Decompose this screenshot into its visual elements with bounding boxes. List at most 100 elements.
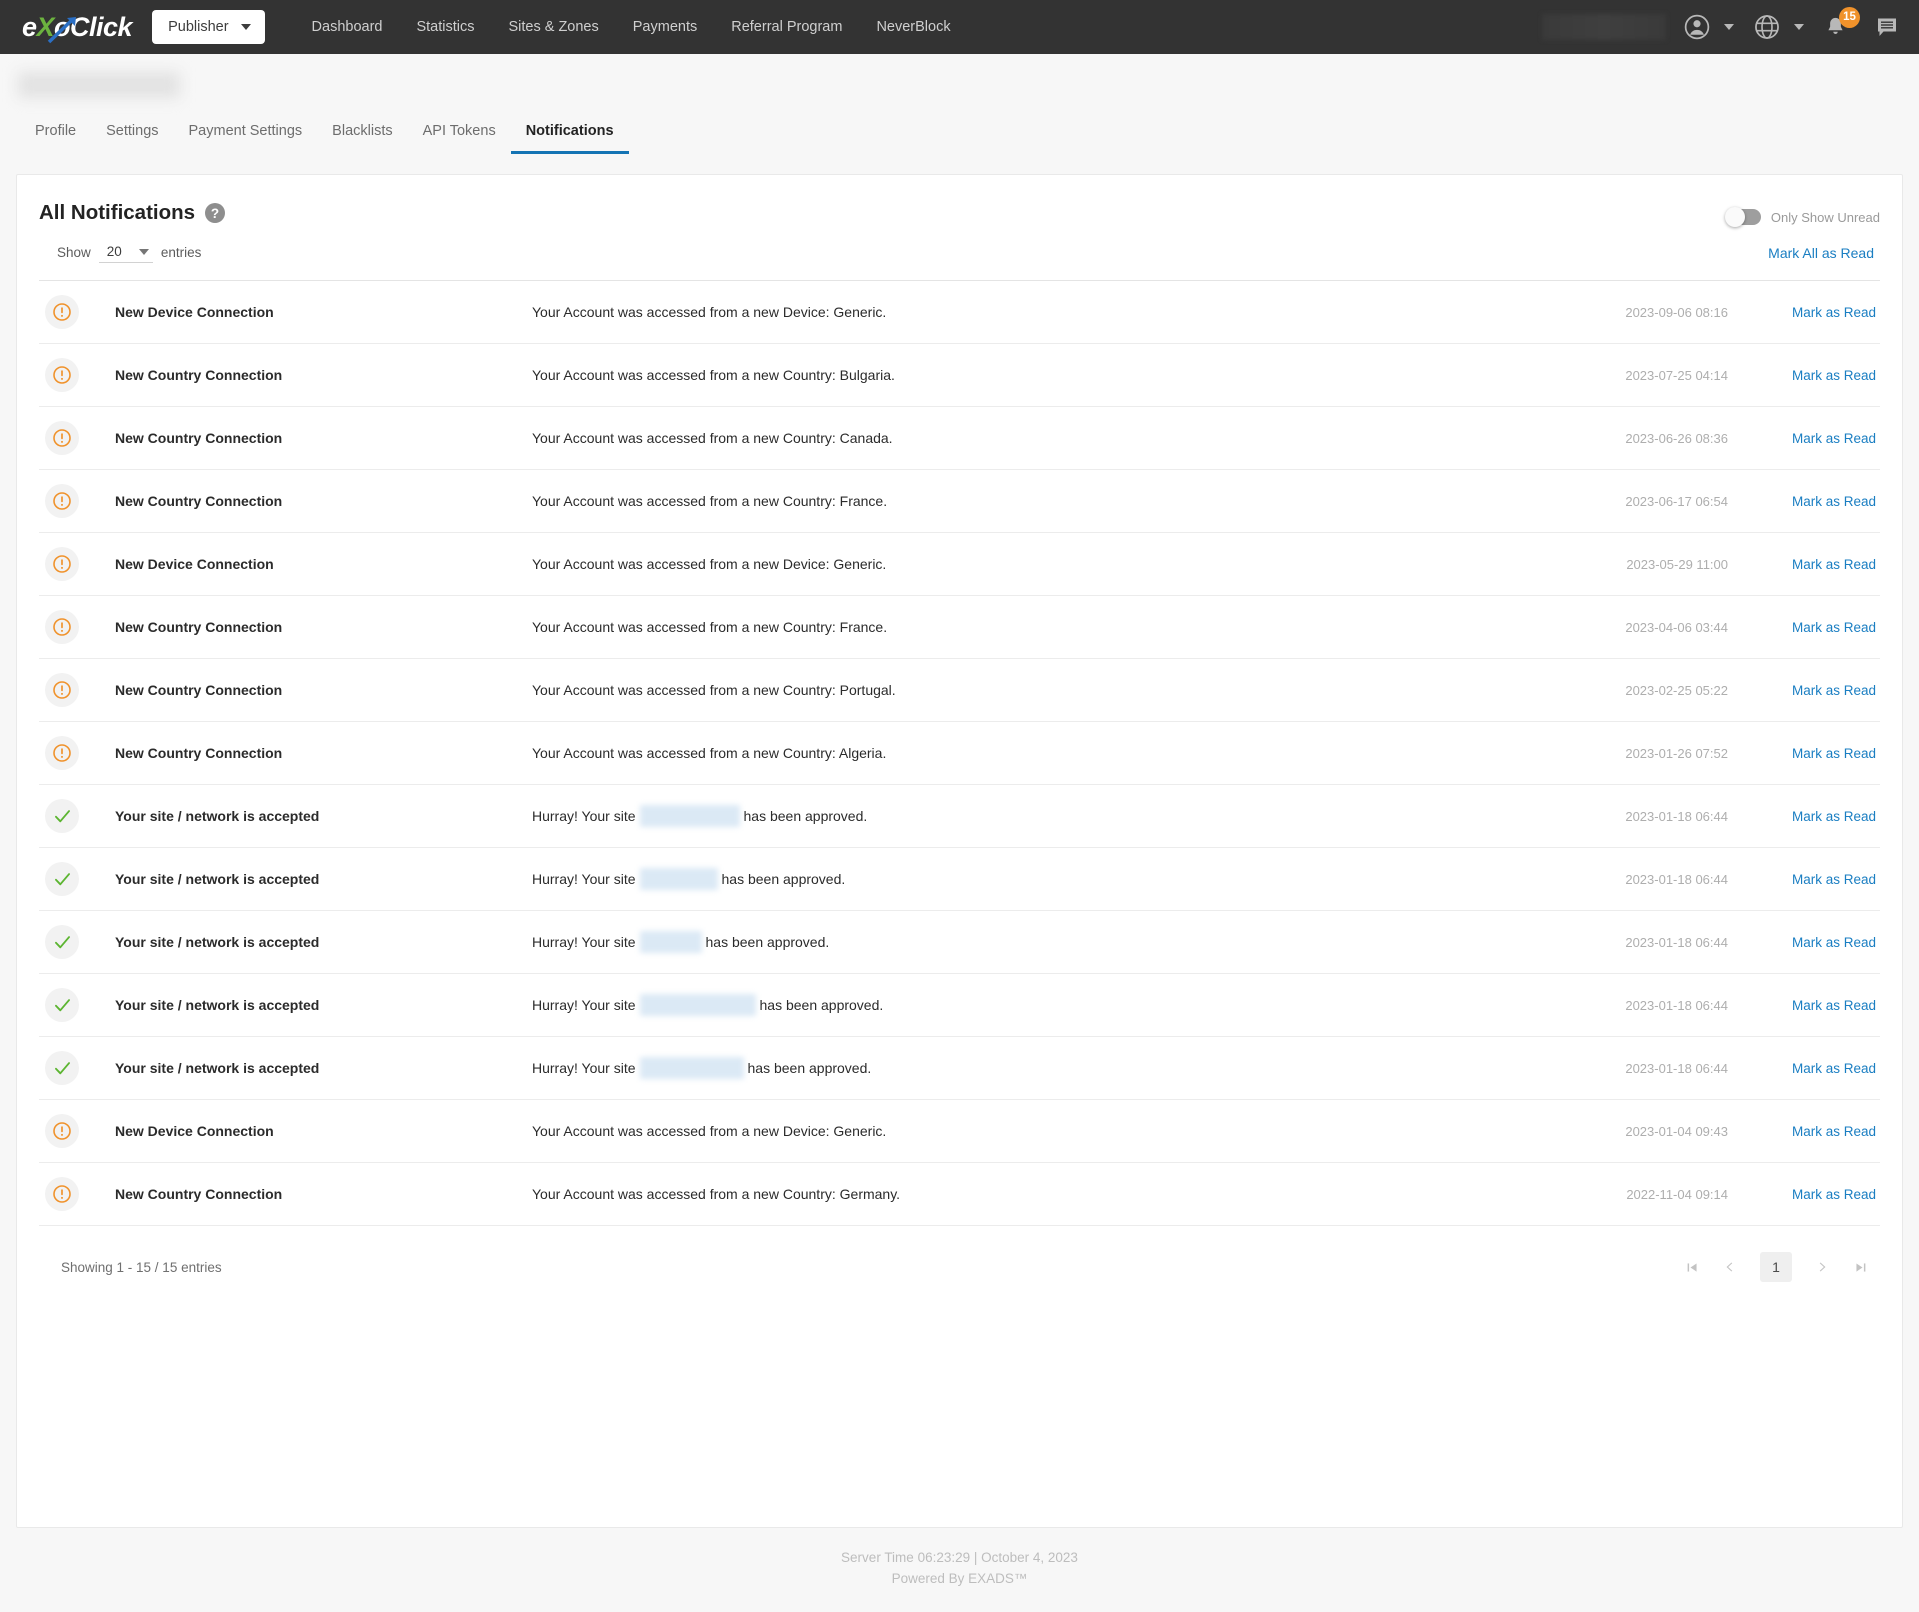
notification-message-before: Your Account was accessed from a new Dev… xyxy=(532,556,886,572)
mark-as-read-link[interactable]: Mark as Read xyxy=(1750,935,1880,950)
tab-settings[interactable]: Settings xyxy=(91,115,173,154)
table-row[interactable]: New Country ConnectionYour Account was a… xyxy=(39,470,1880,533)
redacted-site-name xyxy=(640,994,756,1016)
nav-link-referral-program[interactable]: Referral Program xyxy=(714,13,859,41)
notification-icon-cell xyxy=(39,1114,97,1148)
alert-circle-icon xyxy=(52,680,72,700)
language-button[interactable] xyxy=(1750,10,1784,44)
mark-as-read-link[interactable]: Mark as Read xyxy=(1750,431,1880,446)
notification-message-before: Your Account was accessed from a new Cou… xyxy=(532,367,895,383)
mark-as-read-link[interactable]: Mark as Read xyxy=(1750,557,1880,572)
notification-icon-cell xyxy=(39,1051,97,1085)
notification-title: Your site / network is accepted xyxy=(97,871,532,887)
tab-payment-settings[interactable]: Payment Settings xyxy=(174,115,318,154)
notification-date: 2023-07-25 04:14 xyxy=(1540,368,1750,383)
nav-link-dashboard[interactable]: Dashboard xyxy=(295,13,400,41)
navbar-right-cluster: 15 xyxy=(1542,0,1903,54)
table-row[interactable]: Your site / network is acceptedHurray! Y… xyxy=(39,911,1880,974)
user-account-button[interactable] xyxy=(1680,10,1714,44)
mark-as-read-link[interactable]: Mark as Read xyxy=(1750,620,1880,635)
language-menu-chevron-down-icon[interactable] xyxy=(1794,24,1804,30)
mark-as-read-link[interactable]: Mark as Read xyxy=(1750,305,1880,320)
help-icon[interactable]: ? xyxy=(205,203,225,223)
check-icon xyxy=(52,869,73,890)
pagination-prev-button[interactable] xyxy=(1714,1252,1746,1282)
mark-as-read-link[interactable]: Mark as Read xyxy=(1750,872,1880,887)
chevron-down-icon xyxy=(241,24,251,30)
page-title-text: All Notifications xyxy=(39,201,195,225)
account-type-selector[interactable]: Publisher xyxy=(152,10,264,44)
redacted-site-name xyxy=(640,931,702,953)
mark-as-read-link[interactable]: Mark as Read xyxy=(1750,746,1880,761)
nav-link-statistics[interactable]: Statistics xyxy=(399,13,491,41)
notification-icon-badge xyxy=(45,610,79,644)
nav-link-neverblock[interactable]: NeverBlock xyxy=(859,13,967,41)
notifications-button[interactable]: 15 xyxy=(1820,11,1851,43)
table-row[interactable]: New Device ConnectionYour Account was ac… xyxy=(39,533,1880,596)
mark-as-read-link[interactable]: Mark as Read xyxy=(1750,998,1880,1013)
notification-date: 2023-01-18 06:44 xyxy=(1540,809,1750,824)
chevron-down-icon xyxy=(139,249,149,255)
mark-as-read-link[interactable]: Mark as Read xyxy=(1750,1061,1880,1076)
top-navbar: eXoClick Publisher Dashboard Statistics … xyxy=(0,0,1919,54)
tab-blacklists[interactable]: Blacklists xyxy=(317,115,407,154)
settings-tabs: Profile Settings Payment Settings Blackl… xyxy=(0,110,1919,154)
table-row[interactable]: New Country ConnectionYour Account was a… xyxy=(39,344,1880,407)
table-row[interactable]: New Country ConnectionYour Account was a… xyxy=(39,596,1880,659)
pagination-first-button[interactable] xyxy=(1676,1252,1708,1282)
notification-message: Your Account was accessed from a new Dev… xyxy=(532,304,1540,320)
table-row[interactable]: Your site / network is acceptedHurray! Y… xyxy=(39,848,1880,911)
notification-message-after: has been approved. xyxy=(722,871,846,887)
notification-message: Your Account was accessed from a new Cou… xyxy=(532,682,1540,698)
notification-icon-cell xyxy=(39,988,97,1022)
table-row[interactable]: New Device ConnectionYour Account was ac… xyxy=(39,1100,1880,1163)
entries-label: entries xyxy=(161,245,202,260)
table-row[interactable]: New Country ConnectionYour Account was a… xyxy=(39,659,1880,722)
mark-as-read-link[interactable]: Mark as Read xyxy=(1750,494,1880,509)
exoclick-logo[interactable]: eXoClick xyxy=(22,14,132,41)
account-type-label: Publisher xyxy=(168,19,228,35)
entries-select[interactable]: 20 xyxy=(99,242,153,263)
tab-notifications[interactable]: Notifications xyxy=(511,115,629,154)
alert-circle-icon xyxy=(52,365,72,385)
messages-button[interactable] xyxy=(1871,11,1903,43)
table-row[interactable]: Your site / network is acceptedHurray! Y… xyxy=(39,974,1880,1037)
table-row[interactable]: New Country ConnectionYour Account was a… xyxy=(39,722,1880,785)
notification-icon-badge xyxy=(45,988,79,1022)
pagination-last-button[interactable] xyxy=(1844,1252,1876,1282)
card-header: All Notifications ? Only Show Unread xyxy=(17,175,1902,225)
tab-api-tokens[interactable]: API Tokens xyxy=(408,115,511,154)
table-row[interactable]: New Device ConnectionYour Account was ac… xyxy=(39,281,1880,344)
only-show-unread-control[interactable]: Only Show Unread xyxy=(1727,201,1880,225)
notification-message-before: Your Account was accessed from a new Cou… xyxy=(532,682,896,698)
alert-circle-icon xyxy=(52,743,72,763)
nav-link-payments[interactable]: Payments xyxy=(616,13,714,41)
table-row[interactable]: Your site / network is acceptedHurray! Y… xyxy=(39,1037,1880,1100)
tab-profile[interactable]: Profile xyxy=(20,115,91,154)
notification-icon-badge xyxy=(45,295,79,329)
table-row[interactable]: New Country ConnectionYour Account was a… xyxy=(39,1163,1880,1226)
notification-date: 2023-06-26 08:36 xyxy=(1540,431,1750,446)
notification-date: 2023-09-06 08:16 xyxy=(1540,305,1750,320)
table-row[interactable]: New Country ConnectionYour Account was a… xyxy=(39,407,1880,470)
pagination-next-button[interactable] xyxy=(1806,1252,1838,1282)
notification-message-before: Hurray! Your site xyxy=(532,871,636,887)
user-menu-chevron-down-icon[interactable] xyxy=(1724,24,1734,30)
page-footer: Server Time 06:23:29 | October 4, 2023 P… xyxy=(0,1528,1919,1590)
notification-icon-badge xyxy=(45,673,79,707)
pagination-page-1[interactable]: 1 xyxy=(1760,1252,1792,1282)
mark-as-read-link[interactable]: Mark as Read xyxy=(1750,1187,1880,1202)
first-page-icon xyxy=(1686,1261,1699,1274)
notification-icon-badge xyxy=(45,925,79,959)
notification-title: New Device Connection xyxy=(97,1123,532,1139)
mark-as-read-link[interactable]: Mark as Read xyxy=(1750,1124,1880,1139)
entries-select-value: 20 xyxy=(107,244,122,259)
redacted-site-name xyxy=(640,868,718,890)
table-row[interactable]: Your site / network is acceptedHurray! Y… xyxy=(39,785,1880,848)
mark-all-as-read-link[interactable]: Mark All as Read xyxy=(1768,245,1880,261)
mark-as-read-link[interactable]: Mark as Read xyxy=(1750,809,1880,824)
mark-as-read-link[interactable]: Mark as Read xyxy=(1750,683,1880,698)
nav-link-sites-zones[interactable]: Sites & Zones xyxy=(491,13,615,41)
mark-as-read-link[interactable]: Mark as Read xyxy=(1750,368,1880,383)
only-show-unread-toggle[interactable] xyxy=(1727,209,1761,225)
